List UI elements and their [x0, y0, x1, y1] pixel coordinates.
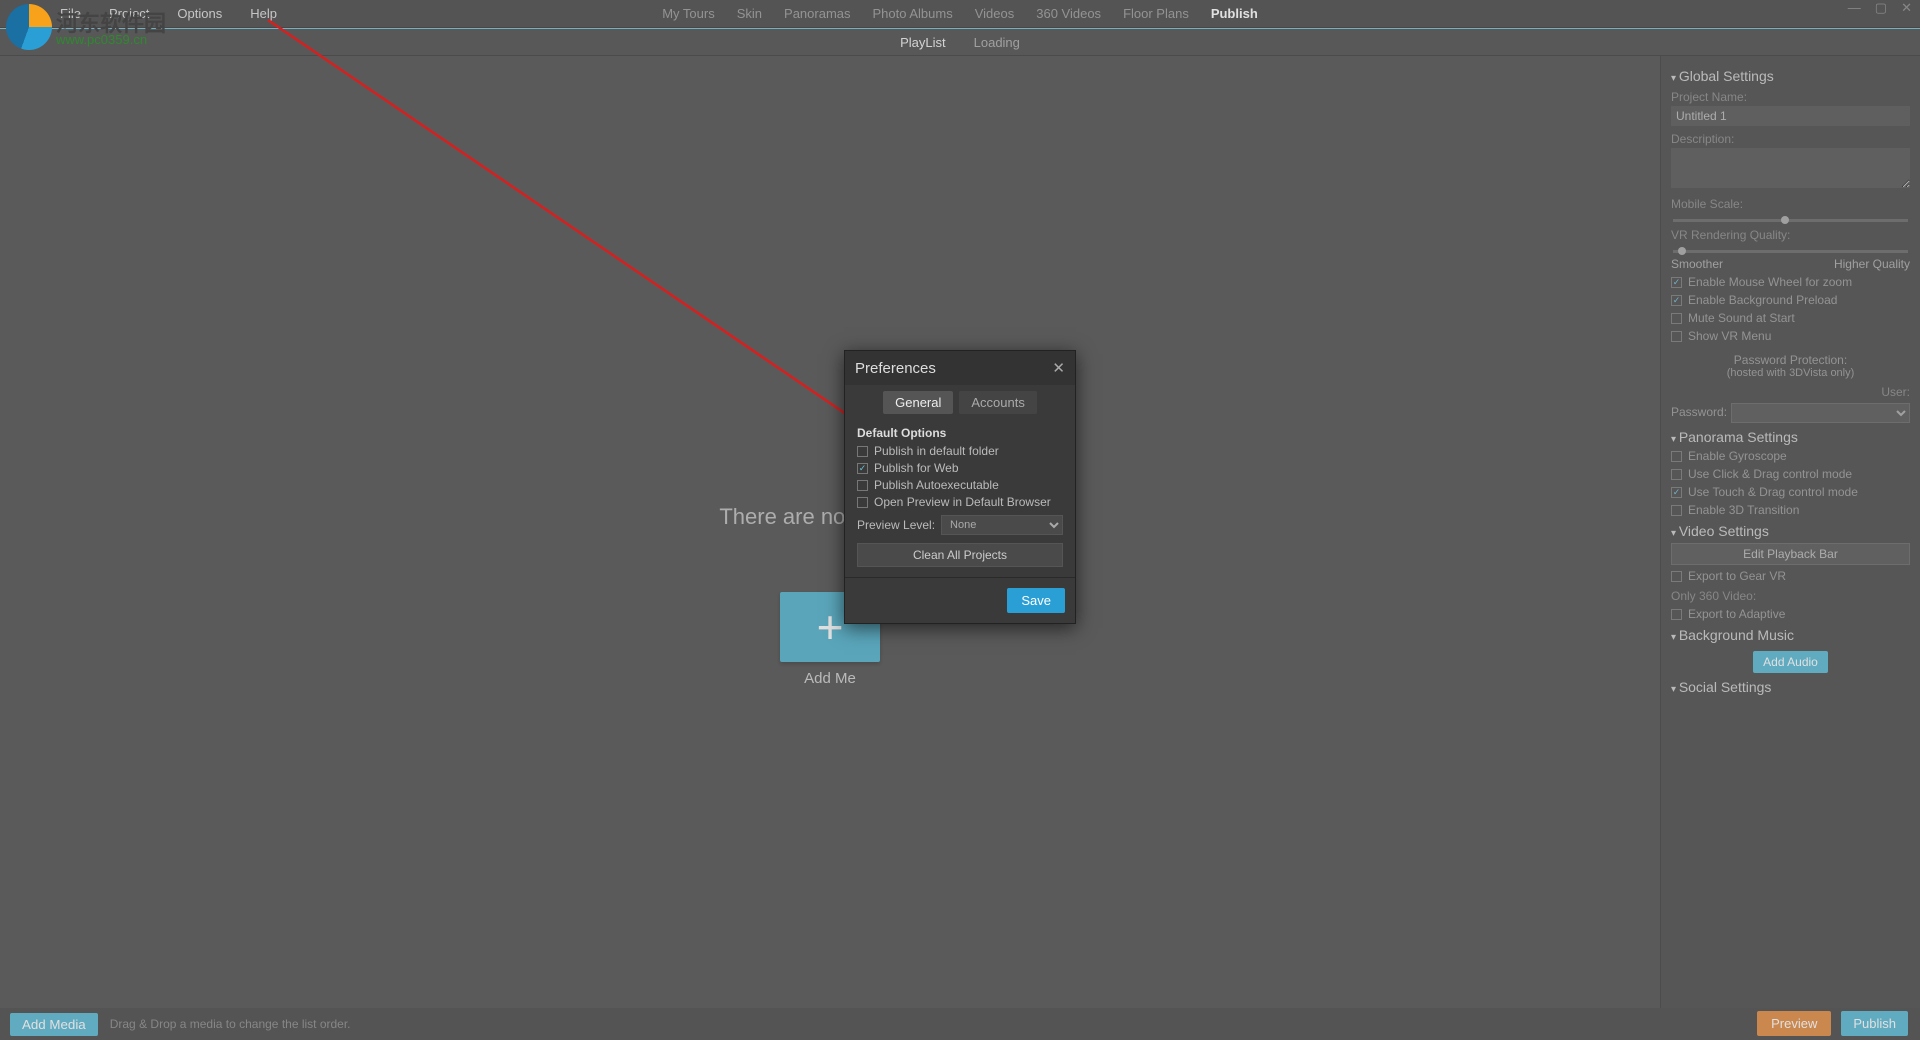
section-panorama[interactable]: Panorama Settings: [1671, 429, 1910, 445]
button-preview[interactable]: Preview: [1757, 1011, 1831, 1036]
window-close-icon[interactable]: ✕: [1901, 0, 1912, 16]
dropdown-previewlevel[interactable]: None: [941, 515, 1063, 535]
check-gyro[interactable]: Enable Gyroscope: [1671, 449, 1910, 463]
tab-videos[interactable]: Videos: [975, 6, 1015, 21]
label-pw-sub: (hosted with 3DVista only): [1671, 367, 1910, 379]
bottom-bar: Add Media Drag & Drop a media to change …: [0, 1008, 1920, 1040]
logo-watermark: 河东软件园 www.pc0359.cn: [0, 0, 200, 56]
label-projname: Project Name:: [1671, 90, 1910, 104]
tab-photoalbums[interactable]: Photo Albums: [873, 6, 953, 21]
slider-vrq[interactable]: [1673, 250, 1908, 253]
label-mobile: Mobile Scale:: [1671, 197, 1910, 211]
label-pw-title: Password Protection:: [1671, 353, 1910, 367]
side-panel: Global Settings Project Name: Descriptio…: [1660, 56, 1920, 1008]
label-smoother: Smoother: [1671, 257, 1723, 271]
tab-360videos[interactable]: 360 Videos: [1036, 6, 1101, 21]
window-minimize-icon[interactable]: —: [1848, 0, 1861, 16]
check-adaptive[interactable]: Export to Adaptive: [1671, 607, 1910, 621]
label-only360: Only 360 Video:: [1671, 589, 1910, 603]
button-addmedia[interactable]: Add Media: [10, 1013, 98, 1036]
dialog-title: Preferences: [855, 360, 936, 377]
label-previewlevel: Preview Level:: [857, 518, 935, 532]
menubar: File Project Options Help My Tours Skin …: [0, 0, 1920, 28]
add-media-label: Add Me: [804, 670, 856, 687]
dialog-tab-general[interactable]: General: [883, 391, 953, 414]
check-pubauto[interactable]: Publish Autoexecutable: [857, 478, 1063, 492]
tab-floorplans[interactable]: Floor Plans: [1123, 6, 1189, 21]
subtab-loading[interactable]: Loading: [974, 35, 1020, 50]
check-openprev[interactable]: Open Preview in Default Browser: [857, 495, 1063, 509]
button-cleanprojects[interactable]: Clean All Projects: [857, 543, 1063, 567]
check-touchdrag[interactable]: ✓Use Touch & Drag control mode: [1671, 485, 1910, 499]
preferences-dialog: Preferences ✕ General Accounts Default O…: [844, 350, 1076, 624]
label-desc: Description:: [1671, 132, 1910, 146]
hint-text: Drag & Drop a media to change the list o…: [110, 1017, 351, 1031]
check-gearvr[interactable]: Export to Gear VR: [1671, 569, 1910, 583]
label-higher: Higher Quality: [1834, 257, 1910, 271]
dialog-tab-accounts[interactable]: Accounts: [959, 391, 1036, 414]
dialog-section-default: Default Options: [857, 426, 1063, 440]
check-mousewheel[interactable]: ✓Enable Mouse Wheel for zoom: [1671, 275, 1910, 289]
check-clickdrag[interactable]: Use Click & Drag control mode: [1671, 467, 1910, 481]
button-save[interactable]: Save: [1007, 588, 1065, 613]
dropdown-pass[interactable]: [1731, 403, 1910, 423]
check-mute[interactable]: Mute Sound at Start: [1671, 311, 1910, 325]
label-pass: Password:: [1671, 405, 1727, 419]
tab-panoramas[interactable]: Panoramas: [784, 6, 850, 21]
window-maximize-icon[interactable]: ▢: [1875, 0, 1887, 16]
section-global[interactable]: Global Settings: [1671, 68, 1910, 84]
input-projname[interactable]: [1671, 106, 1910, 126]
check-pubweb[interactable]: ✓Publish for Web: [857, 461, 1063, 475]
tab-mytours[interactable]: My Tours: [662, 6, 715, 21]
main-canvas: There are no media ite + Add Me: [0, 56, 1660, 1008]
menu-help[interactable]: Help: [250, 6, 277, 21]
section-social[interactable]: Social Settings: [1671, 679, 1910, 695]
label-vrq: VR Rendering Quality:: [1671, 228, 1910, 242]
subtab-playlist[interactable]: PlayList: [900, 35, 946, 50]
label-user: User:: [1671, 385, 1910, 399]
check-vrmenu[interactable]: Show VR Menu: [1671, 329, 1910, 343]
subtabs: PlayList Loading: [0, 28, 1920, 56]
section-video[interactable]: Video Settings: [1671, 523, 1910, 539]
button-editplayback[interactable]: Edit Playback Bar: [1671, 543, 1910, 565]
button-publish[interactable]: Publish: [1841, 1011, 1908, 1036]
slider-mobile[interactable]: [1673, 219, 1908, 222]
check-preload[interactable]: ✓Enable Background Preload: [1671, 293, 1910, 307]
check-3dtrans[interactable]: Enable 3D Transition: [1671, 503, 1910, 517]
dialog-close-icon[interactable]: ✕: [1052, 359, 1065, 377]
button-addaudio[interactable]: Add Audio: [1753, 651, 1828, 673]
input-desc[interactable]: [1671, 148, 1910, 188]
tab-publish[interactable]: Publish: [1211, 6, 1258, 21]
check-pubfolder[interactable]: Publish in default folder: [857, 444, 1063, 458]
tab-skin[interactable]: Skin: [737, 6, 762, 21]
section-bgmusic[interactable]: Background Music: [1671, 627, 1910, 643]
